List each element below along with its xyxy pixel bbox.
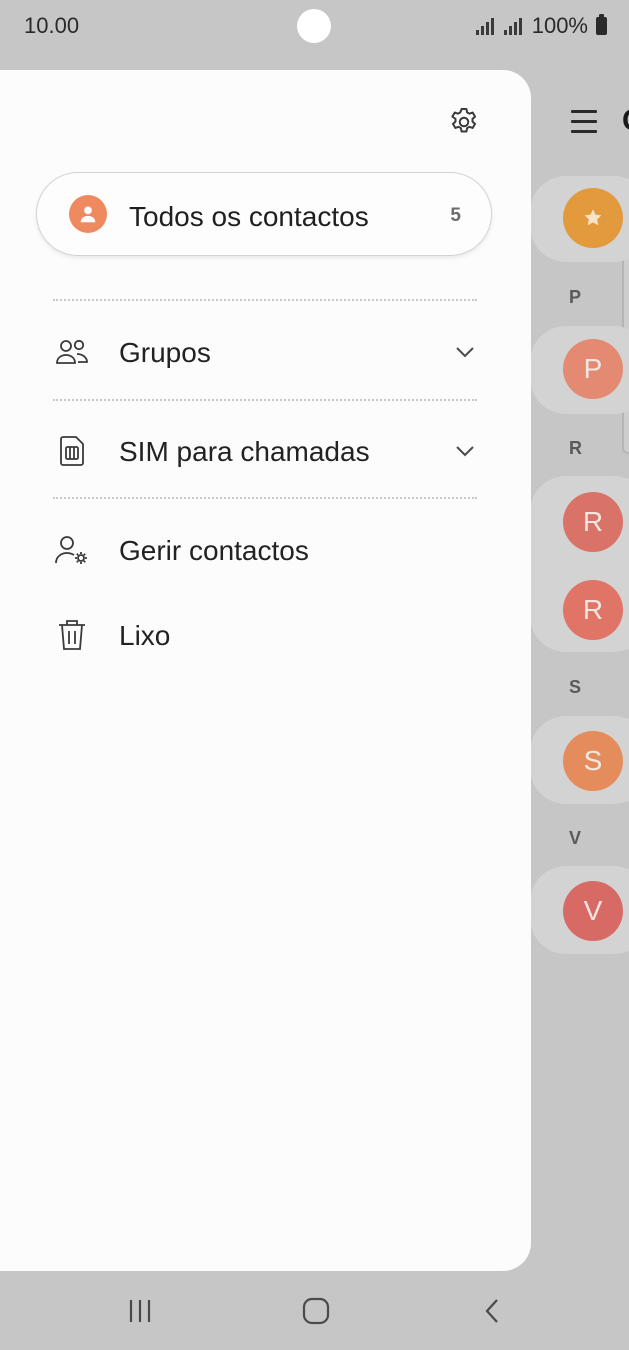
favorites-star-icon xyxy=(563,188,623,248)
menu-item-manage-contacts[interactable]: Gerir contactos xyxy=(53,520,479,580)
chevron-down-icon[interactable] xyxy=(451,439,479,463)
divider xyxy=(53,299,477,301)
battery-percent: 100% xyxy=(531,13,588,38)
group-icon xyxy=(53,334,91,370)
trash-icon xyxy=(53,617,91,653)
chevron-down-icon[interactable] xyxy=(451,340,479,364)
person-icon xyxy=(69,195,107,233)
section-letter: V xyxy=(569,828,582,848)
recent-apps-button[interactable] xyxy=(110,1291,170,1331)
menu-item-sim-calls[interactable]: SIM para chamadas xyxy=(53,421,479,481)
contact-avatar: S xyxy=(563,731,623,791)
signal-icon xyxy=(475,17,494,35)
menu-item-trash[interactable]: Lixo xyxy=(53,605,479,665)
divider xyxy=(53,399,477,401)
menu-item-label: Lixo xyxy=(119,620,171,651)
status-bar: 10.00 100% xyxy=(0,0,629,56)
all-contacts-label: Todos os contactos xyxy=(129,201,369,232)
menu-icon[interactable] xyxy=(571,110,597,140)
signal-icon xyxy=(503,17,522,35)
back-button[interactable] xyxy=(462,1291,522,1331)
camera-cutout xyxy=(297,9,331,43)
navigation-bar xyxy=(0,1271,629,1350)
contact-avatar: V xyxy=(563,881,623,941)
menu-item-groups[interactable]: Grupos xyxy=(53,322,479,382)
section-letter: R xyxy=(569,438,582,458)
sim-card-icon xyxy=(53,433,91,469)
settings-icon[interactable] xyxy=(444,102,484,142)
menu-item-label: Gerir contactos xyxy=(119,535,309,566)
section-letter: S xyxy=(569,677,582,697)
status-time: 10.00 xyxy=(24,13,80,38)
status-indicators: 100% xyxy=(475,13,607,39)
contact-avatar: R xyxy=(563,580,623,640)
home-button[interactable] xyxy=(286,1291,346,1331)
contact-avatar: P xyxy=(563,339,623,399)
battery-icon xyxy=(596,14,607,35)
all-contacts-item[interactable]: Todos os contactos 5 xyxy=(36,172,492,256)
manage-contacts-icon xyxy=(53,532,91,568)
contact-avatar: R xyxy=(563,492,623,552)
page-title: C xyxy=(622,104,629,138)
menu-item-label: SIM para chamadas xyxy=(119,436,370,467)
divider xyxy=(53,497,477,499)
contacts-count: 5 xyxy=(450,205,461,226)
menu-item-label: Grupos xyxy=(119,337,211,368)
section-letter: P xyxy=(569,287,582,307)
